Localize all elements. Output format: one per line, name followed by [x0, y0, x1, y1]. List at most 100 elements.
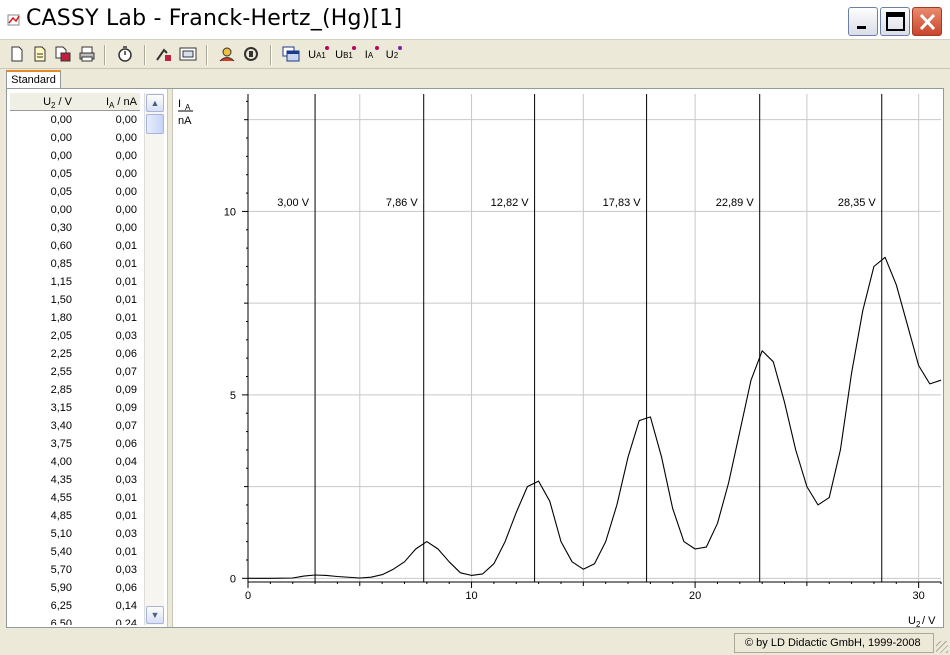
settings-button[interactable] [153, 44, 175, 66]
table-row[interactable]: 3,15 0,09 [10, 399, 140, 417]
cell-ia: 0,00 [115, 114, 137, 126]
table-row[interactable]: 2,05 0,03 [10, 327, 140, 345]
column-header-ia[interactable]: IA / nA [75, 93, 140, 110]
table-row[interactable]: 1,80 0,01 [10, 309, 140, 327]
table-row[interactable]: 4,85 0,01 [10, 507, 140, 525]
table-row[interactable]: 0,00 0,00 [10, 147, 140, 165]
table-row[interactable]: 6,50 0,24 [10, 615, 140, 625]
new-file-button[interactable] [6, 44, 28, 66]
tab-standard[interactable]: Standard [6, 70, 61, 89]
table-row[interactable]: 1,50 0,01 [10, 291, 140, 309]
open-file-button[interactable] [29, 44, 51, 66]
stopwatch-button[interactable] [114, 44, 136, 66]
scroll-thumb[interactable] [146, 114, 164, 134]
cell-ia: 0,00 [115, 186, 137, 198]
table-row[interactable]: 5,90 0,06 [10, 579, 140, 597]
minimize-button[interactable] [848, 7, 878, 36]
x-axis-label: U [908, 615, 916, 627]
table-row[interactable]: 4,35 0,03 [10, 471, 140, 489]
window-button[interactable] [280, 44, 302, 66]
x-tick-label: 0 [245, 590, 251, 602]
table-row[interactable]: 0,00 0,00 [10, 129, 140, 147]
display-icon [179, 46, 197, 65]
col2-unit: / nA [114, 96, 137, 108]
cell-u2: 0,60 [50, 240, 72, 252]
status-bar: © by LD Didactic GmbH, 1999-2008 [0, 631, 950, 655]
chart-area[interactable]: 0 10 20 300510I AnAU 2 / V3,00 V 7,86 V 12,82 V… [173, 89, 943, 627]
audio-icon [242, 46, 260, 65]
print-icon [79, 46, 95, 65]
table-row[interactable]: 0,85 0,01 [10, 255, 140, 273]
table-row[interactable]: 2,85 0,09 [10, 381, 140, 399]
tutor-icon [218, 46, 236, 65]
table-row[interactable]: 4,55 0,01 [10, 489, 140, 507]
meter-ub1-button[interactable]: U B1 [331, 44, 357, 66]
table-row[interactable]: 0,30 0,00 [10, 219, 140, 237]
close-button[interactable] [912, 7, 942, 36]
cell-ia: 0,06 [115, 348, 137, 360]
table-row[interactable]: 3,40 0,07 [10, 417, 140, 435]
x-tick-label: 30 [913, 590, 925, 602]
cell-u2: 4,35 [50, 474, 72, 486]
table-row[interactable]: 6,25 0,14 [10, 597, 140, 615]
cell-u2: 2,05 [50, 330, 72, 342]
cell-u2: 0,00 [50, 204, 72, 216]
resize-grip[interactable] [936, 641, 948, 653]
meter-u2-sub: 2 [393, 50, 399, 60]
tutor-button[interactable] [216, 44, 238, 66]
table-row[interactable]: 2,55 0,07 [10, 363, 140, 381]
marker-label: 7,86 V [386, 197, 418, 209]
table-row[interactable]: 1,15 0,01 [10, 273, 140, 291]
table-row[interactable]: 0,05 0,00 [10, 165, 140, 183]
meter-u2-button[interactable]: U2 [381, 44, 403, 66]
window-title: CASSY Lab - Franck-Hertz_(Hg)[1] [26, 6, 403, 31]
cell-ia: 0,01 [115, 492, 137, 504]
x-tick-label: 10 [465, 590, 477, 602]
table-row[interactable]: 2,25 0,06 [10, 345, 140, 363]
audio-button[interactable] [240, 44, 262, 66]
maximize-button[interactable] [880, 7, 910, 36]
table-row[interactable]: 4,00 0,04 [10, 453, 140, 471]
title-bar: CASSY Lab - Franck-Hertz_(Hg)[1] [0, 0, 950, 40]
cell-ia: 0,00 [115, 204, 137, 216]
col1-unit: / V [55, 96, 72, 108]
y-tick-label: 0 [230, 573, 236, 585]
table-row[interactable]: 0,60 0,01 [10, 237, 140, 255]
maximize-icon [886, 12, 905, 31]
save-file-button[interactable] [52, 44, 74, 66]
cell-ia: 0,00 [115, 222, 137, 234]
cell-u2: 6,50 [50, 618, 72, 625]
cell-u2: 0,00 [50, 132, 72, 144]
table-scrollbar[interactable]: ▲ ▼ [144, 93, 164, 625]
new-file-icon [10, 46, 24, 65]
table-row[interactable]: 0,00 0,00 [10, 111, 140, 129]
cell-u2: 4,00 [50, 456, 72, 468]
cell-u2: 0,85 [50, 258, 72, 270]
cell-ia: 0,03 [115, 330, 137, 342]
meter-ua1-button[interactable]: U A1 [304, 44, 330, 66]
table-row[interactable]: 0,00 0,00 [10, 201, 140, 219]
table-row[interactable]: 3,75 0,06 [10, 435, 140, 453]
cell-ia: 0,01 [115, 312, 137, 324]
meter-ia-button[interactable]: IA [358, 44, 380, 66]
display-button[interactable] [177, 44, 199, 66]
cell-ia: 0,07 [115, 420, 137, 432]
cell-ia: 0,06 [115, 438, 137, 450]
cell-ia: 0,01 [115, 258, 137, 270]
scroll-up-button[interactable]: ▲ [146, 94, 164, 112]
table-row[interactable]: 5,10 0,03 [10, 525, 140, 543]
settings-icon [155, 46, 173, 65]
column-header-u2[interactable]: U2 / V [10, 93, 75, 110]
table-row[interactable]: 5,70 0,03 [10, 561, 140, 579]
scroll-down-button[interactable]: ▼ [146, 606, 164, 624]
stopwatch-icon [117, 45, 133, 65]
cell-u2: 3,15 [50, 402, 72, 414]
meter-ub1-sub: B1 [343, 50, 353, 60]
print-button[interactable] [76, 44, 98, 66]
table-row[interactable]: 5,40 0,01 [10, 543, 140, 561]
cell-u2: 2,25 [50, 348, 72, 360]
table-row[interactable]: 0,05 0,00 [10, 183, 140, 201]
cell-ia: 0,01 [115, 546, 137, 558]
main-panel: U2 / V IA / nA 0,00 0,00 0,00 0,00 0,00 0,00 0… [6, 88, 944, 628]
data-table[interactable]: U2 / V IA / nA 0,00 0,00 0,00 0,00 0,00 0,00 0… [10, 93, 140, 625]
